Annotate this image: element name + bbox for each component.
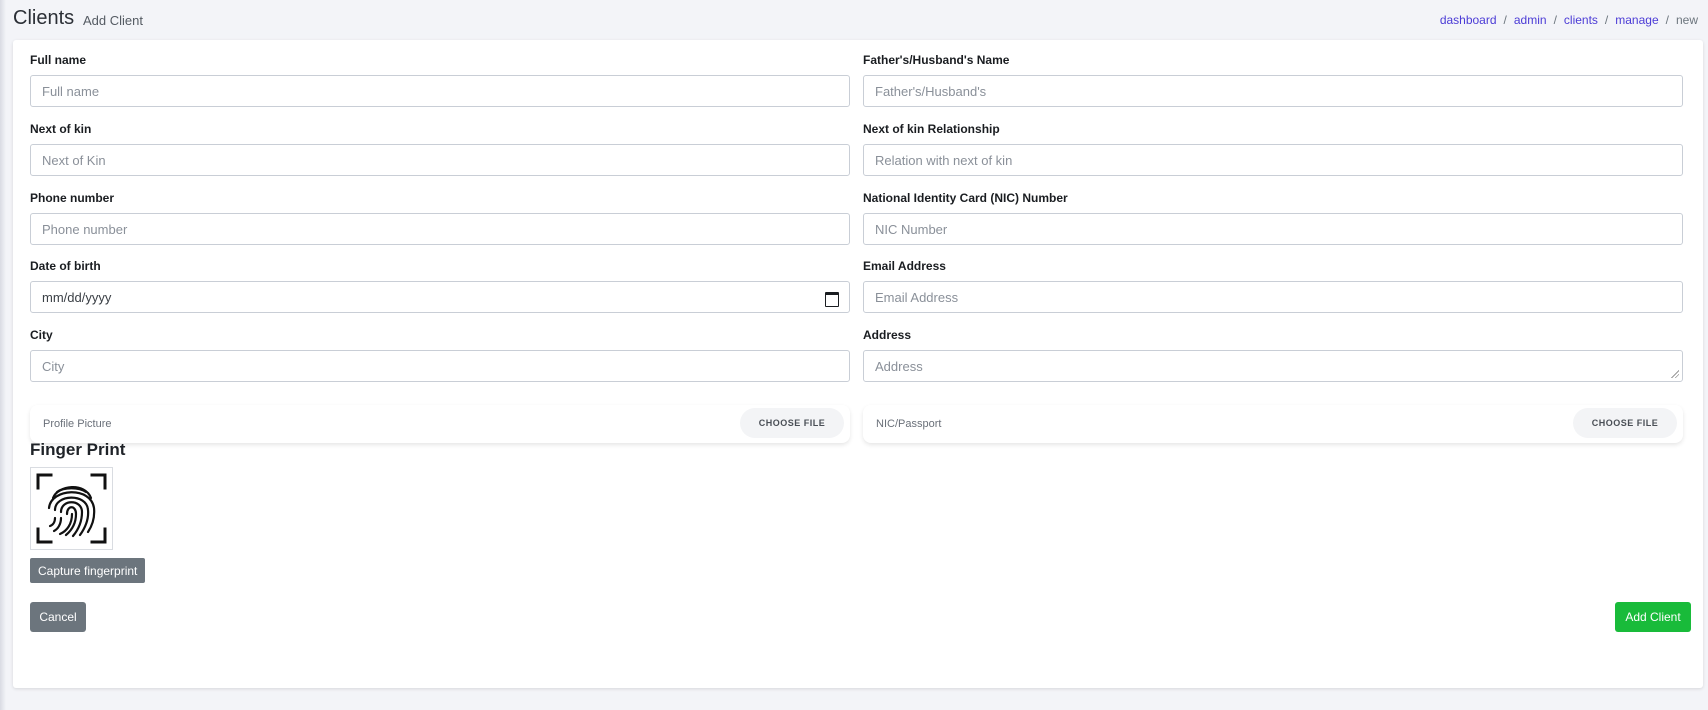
profile-picture-choose-button[interactable]: CHOOSE FILE: [740, 408, 844, 438]
nic-label: National Identity Card (NIC) Number: [863, 191, 1068, 205]
page-header: Clients Add Client dashboard / admin / clien…: [13, 0, 1703, 38]
kin-relationship-placeholder: Relation with next of kin: [875, 152, 1013, 168]
dob-label: Date of birth: [30, 259, 101, 273]
phone-label: Phone number: [30, 191, 115, 205]
next-of-kin-input[interactable]: Next of Kin: [30, 144, 850, 176]
breadcrumb-admin[interactable]: admin: [1514, 13, 1547, 27]
email-input[interactable]: Email Address: [863, 281, 1683, 313]
sidebar-edge: [0, 0, 6, 710]
phone-placeholder: Phone number: [42, 221, 128, 237]
phone-group: Phone number Phone number: [30, 191, 850, 245]
city-placeholder: City: [42, 358, 65, 374]
guardian-name-input[interactable]: Father's/Husband's: [863, 75, 1683, 107]
kin-relationship-group: Next of kin Relationship Relation with n…: [863, 122, 1683, 176]
city-input[interactable]: City: [30, 350, 850, 382]
page-subtitle: Add Client: [83, 13, 143, 28]
guardian-name-label: Father's/Husband's Name: [863, 53, 1010, 67]
calendar-icon[interactable]: [824, 290, 839, 307]
email-label: Email Address: [863, 259, 946, 273]
next-of-kin-label: Next of kin: [30, 122, 92, 136]
next-of-kin-group: Next of kin Next of Kin: [30, 122, 850, 176]
next-of-kin-placeholder: Next of Kin: [42, 152, 106, 168]
nic-group: National Identity Card (NIC) Number NIC …: [863, 191, 1683, 245]
page-title: Clients: [13, 7, 75, 29]
dob-input[interactable]: mm/dd/yyyy: [30, 281, 850, 313]
email-group: Email Address Email Address: [863, 259, 1683, 313]
breadcrumb-separator: /: [1665, 13, 1669, 27]
address-label: Address: [863, 328, 912, 342]
breadcrumb-separator: /: [1503, 13, 1507, 27]
profile-picture-label: Profile Picture: [43, 418, 112, 430]
breadcrumb-clients[interactable]: clients: [1564, 13, 1598, 27]
add-client-button[interactable]: Add Client: [1615, 602, 1691, 632]
breadcrumb-current: new: [1675, 13, 1698, 27]
full-name-group: Full name Full name: [30, 53, 850, 107]
kin-relationship-input[interactable]: Relation with next of kin: [863, 144, 1683, 176]
cancel-button[interactable]: Cancel: [30, 602, 86, 632]
breadcrumb-separator: /: [1604, 13, 1609, 27]
nic-passport-label: NIC/Passport: [876, 418, 942, 430]
address-group: Address Address: [863, 328, 1683, 382]
kin-relationship-label: Next of kin Relationship: [863, 122, 1000, 136]
address-placeholder: Address: [875, 358, 923, 374]
phone-input[interactable]: Phone number: [30, 213, 850, 245]
full-name-input[interactable]: Full name: [30, 75, 850, 107]
address-textarea[interactable]: Address: [863, 350, 1683, 382]
email-placeholder: Email Address: [875, 289, 959, 305]
breadcrumb-separator: /: [1553, 13, 1557, 27]
fingerprint-preview: [30, 467, 113, 550]
profile-picture-upload: Profile Picture CHOOSE FILE: [30, 405, 850, 443]
nic-passport-upload: NIC/Passport CHOOSE FILE: [863, 405, 1683, 443]
fingerprint-icon: [36, 473, 107, 544]
full-name-placeholder: Full name: [42, 83, 100, 99]
fingerprint-title: Finger Print: [30, 440, 126, 459]
city-group: City City: [30, 328, 850, 382]
nic-passport-choose-button[interactable]: CHOOSE FILE: [1573, 408, 1677, 438]
add-client-form-card: Full name Full name Father's/Husband's N…: [13, 40, 1703, 688]
breadcrumb-manage[interactable]: manage: [1615, 13, 1658, 27]
nic-input[interactable]: NIC Number: [863, 213, 1683, 245]
breadcrumb: dashboard / admin / clients / manage / new: [1440, 13, 1698, 27]
guardian-name-placeholder: Father's/Husband's: [875, 83, 987, 99]
breadcrumb-dashboard[interactable]: dashboard: [1440, 13, 1497, 27]
capture-fingerprint-button[interactable]: Capture fingerprint: [30, 558, 146, 583]
nic-placeholder: NIC Number: [875, 221, 948, 237]
guardian-name-group: Father's/Husband's Name Father's/Husband…: [863, 53, 1683, 107]
dob-value: mm/dd/yyyy: [42, 289, 112, 305]
city-label: City: [30, 328, 53, 342]
full-name-label: Full name: [30, 53, 87, 67]
dob-group: Date of birth mm/dd/yyyy: [30, 259, 850, 313]
resize-handle-icon[interactable]: [1671, 370, 1679, 378]
